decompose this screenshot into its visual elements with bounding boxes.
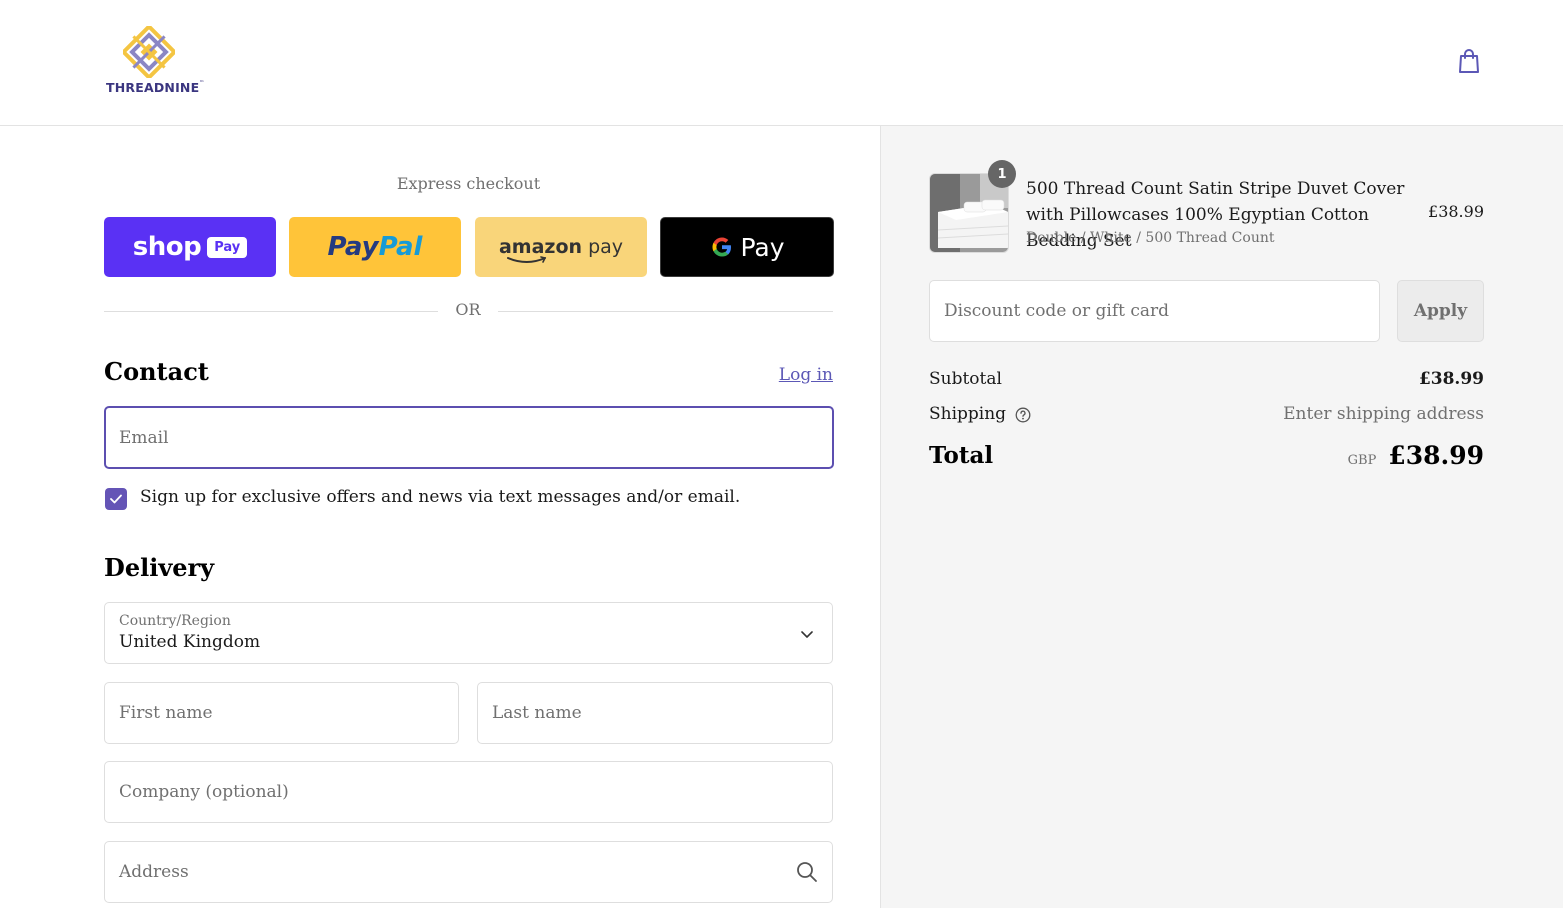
- last-name-placeholder: Last name: [492, 703, 582, 723]
- logo-mark-icon: [123, 26, 175, 78]
- address-field[interactable]: Address: [104, 841, 833, 903]
- product-variant: Double / White / 500 Thread Count: [1026, 230, 1275, 246]
- last-name-field[interactable]: Last name: [477, 682, 833, 744]
- total-value: £38.99: [1388, 441, 1484, 470]
- divider-left: [104, 311, 438, 312]
- google-pay-label: Pay: [740, 232, 785, 262]
- google-pay-button[interactable]: Pay: [660, 217, 834, 277]
- paypal-wordmark: PayPal: [327, 232, 423, 262]
- total-amount: GBP £38.99: [1348, 441, 1484, 470]
- shipping-value: Enter shipping address: [1283, 404, 1484, 424]
- amazon-pay-button[interactable]: amazon pay: [475, 217, 647, 277]
- paypal-button[interactable]: PayPal: [289, 217, 461, 277]
- marketing-opt-in-label[interactable]: Sign up for exclusive offers and news vi…: [140, 487, 740, 507]
- express-checkout-title: Express checkout: [396, 174, 541, 193]
- country-select[interactable]: Country/Region United Kingdom: [104, 602, 833, 664]
- email-field[interactable]: Email: [104, 406, 834, 469]
- or-divider-label: OR: [455, 300, 481, 319]
- shop-pay-wordmark: shop: [132, 232, 202, 262]
- product-price: £38.99: [1428, 202, 1484, 221]
- amazon-pay-wordmark: amazon pay: [499, 236, 623, 263]
- shopping-bag-icon: [1459, 49, 1479, 73]
- google-g-icon: [712, 237, 732, 257]
- login-link[interactable]: Log in: [760, 365, 833, 385]
- chevron-down-icon: [801, 631, 813, 638]
- divider-right: [498, 311, 833, 312]
- shipping-label: Shipping: [929, 404, 1007, 424]
- header: THREADNINE™: [0, 0, 1563, 126]
- country-label: Country/Region: [119, 613, 231, 629]
- quantity-badge: 1: [988, 160, 1016, 188]
- brand-logo[interactable]: THREADNINE™: [106, 26, 205, 100]
- subtotal-label: Subtotal: [929, 369, 1002, 389]
- help-circle-icon[interactable]: [1015, 407, 1031, 423]
- amazon-smile-icon: [506, 256, 547, 263]
- marketing-opt-in-checkbox[interactable]: [105, 488, 127, 510]
- total-label: Total: [929, 442, 994, 469]
- shipping-row-label: Shipping: [929, 404, 1031, 424]
- discount-placeholder: Discount code or gift card: [944, 301, 1170, 321]
- contact-heading: Contact: [104, 357, 209, 386]
- checkmark-icon: [110, 494, 122, 504]
- address-placeholder: Address: [119, 862, 189, 882]
- cart-button[interactable]: [1452, 44, 1486, 78]
- email-placeholder: Email: [119, 427, 169, 448]
- first-name-placeholder: First name: [119, 703, 213, 723]
- total-currency: GBP: [1347, 453, 1377, 468]
- shop-pay-badge: Pay: [207, 236, 248, 258]
- delivery-heading: Delivery: [104, 553, 215, 582]
- brand-name: THREADNINE™: [106, 80, 205, 95]
- company-field[interactable]: Company (optional): [104, 761, 833, 823]
- company-placeholder: Company (optional): [119, 782, 289, 802]
- search-icon[interactable]: [796, 861, 818, 883]
- country-value: United Kingdom: [119, 632, 261, 652]
- shop-pay-button[interactable]: shop Pay: [104, 217, 276, 277]
- discount-code-field[interactable]: Discount code or gift card: [929, 280, 1380, 342]
- apply-discount-button[interactable]: Apply: [1397, 280, 1484, 342]
- first-name-field[interactable]: First name: [104, 682, 459, 744]
- subtotal-value: £38.99: [1418, 369, 1484, 389]
